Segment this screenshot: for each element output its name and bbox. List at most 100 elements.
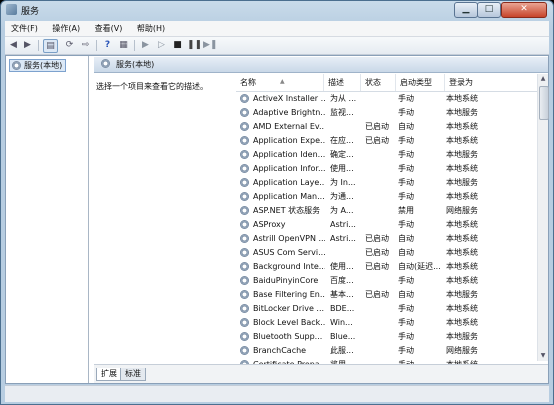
properties-icon[interactable]: ▦ [117, 39, 130, 51]
service-name: Application Infor... [253, 164, 325, 173]
minimize-button[interactable]: ▁ [454, 2, 478, 18]
service-name-cell: Application Laye... [240, 176, 325, 190]
panel-title: 服务(本地) [116, 60, 155, 69]
table-row[interactable]: BranchCache 此服... 手动 网络服务 [236, 344, 541, 358]
service-logon-as: 本地服务 [446, 290, 478, 299]
service-logon-as: 本地系统 [446, 262, 478, 271]
window-title: 服务 [21, 7, 40, 17]
toolbar-separator [96, 40, 97, 51]
column-header-description[interactable]: 描述 [324, 74, 361, 91]
restart-service-icon[interactable]: ▶❚ [203, 39, 217, 51]
service-gear-icon [240, 206, 249, 215]
services-window: 服务 ▁ □ ✕ 文件(F) 操作(A) 查看(V) 帮助(H) ◀ ▶ ▤ ⟳… [0, 0, 554, 405]
service-gear-icon [240, 164, 249, 173]
scroll-down-arrow-icon[interactable]: ▼ [538, 351, 548, 361]
start-service-icon[interactable]: ▶ [139, 39, 152, 51]
service-gear-icon [240, 304, 249, 313]
table-row[interactable]: ASP.NET 状态服务为 A... 禁用 网络服务 [236, 204, 541, 218]
forward-arrow-icon[interactable]: ▶ [21, 39, 34, 51]
tab-standard[interactable]: 标准 [120, 368, 146, 381]
stop-service-icon[interactable]: ■ [171, 39, 184, 51]
service-logon-as: 本地系统 [446, 164, 478, 173]
column-header-startup-type[interactable]: 启动类型 [396, 74, 445, 91]
maximize-button[interactable]: □ [477, 2, 501, 18]
table-row[interactable]: BaiduPinyinCore 百度... 手动 本地系统 [236, 274, 541, 288]
table-row[interactable]: BitLocker Drive ... BDE... 手动 本地系统 [236, 302, 541, 316]
service-description: BDE... [330, 304, 355, 313]
service-startup-type: 自动 [398, 248, 414, 257]
table-row[interactable]: ActiveX Installer ... 为从 ... 手动 本地系统 [236, 92, 541, 106]
service-name-cell: AMD External Ev... [240, 120, 325, 134]
service-description: 使用... [330, 164, 354, 173]
table-row[interactable]: Adaptive Brightn... 监视... 手动 本地服务 [236, 106, 541, 120]
table-row[interactable]: Application Man... 为通... 手动 本地系统 [236, 190, 541, 204]
title-bar[interactable]: 服务 ▁ □ ✕ [1, 1, 553, 19]
service-gear-icon [240, 332, 249, 341]
column-header-logon-as[interactable]: 登录为 [445, 74, 541, 91]
service-name: ActiveX Installer ... [253, 94, 325, 103]
table-row[interactable]: Application Laye... 为 In... 手动 本地服务 [236, 176, 541, 190]
service-startup-type: 手动 [398, 136, 414, 145]
pause-service-icon[interactable]: ❚❚ [187, 39, 202, 51]
vertical-scrollbar[interactable]: ▲ ▼ [537, 74, 549, 361]
service-gear-icon [240, 220, 249, 229]
service-description: 为从 ... [330, 94, 357, 103]
services-list: 名称 ▲ 描述 状态 启动类型 登录为 ActiveX Installer ..… [236, 74, 541, 371]
service-name-cell: BranchCache [240, 344, 325, 358]
table-row[interactable]: Astrill OpenVPN ... Astri... 已启动 自动 本地系统 [236, 232, 541, 246]
service-description [330, 120, 362, 134]
service-gear-icon [240, 346, 249, 355]
scroll-up-arrow-icon[interactable]: ▲ [538, 74, 548, 84]
refresh-icon[interactable]: ⟳ [63, 39, 76, 51]
tab-extended[interactable]: 扩展 [96, 368, 122, 381]
service-name-cell: Base Filtering En... [240, 288, 325, 302]
table-row[interactable]: Block Level Back... Win... 手动 本地系统 [236, 316, 541, 330]
service-logon-as: 本地系统 [446, 304, 478, 313]
start-service-alt-icon[interactable]: ▷ [155, 39, 168, 51]
back-arrow-icon[interactable]: ◀ [7, 39, 20, 51]
service-name: ASUS Com Servi... [253, 248, 325, 257]
table-row[interactable]: Background Inte... 使用... 已启动 自动(延迟... 本地系统 [236, 260, 541, 274]
service-description: 监视... [330, 108, 354, 117]
menu-view[interactable]: 查看(V) [89, 21, 129, 34]
show-console-tree-icon[interactable]: ▤ [43, 39, 58, 53]
table-row[interactable]: AMD External Ev... 已启动 自动 本地系统 [236, 120, 541, 134]
scroll-thumb[interactable] [539, 86, 549, 120]
tree-node-services-local[interactable]: 服务(本地) [9, 59, 67, 72]
column-header-status[interactable]: 状态 [361, 74, 396, 91]
close-button[interactable]: ✕ [501, 2, 547, 18]
table-row[interactable]: Application Iden... 确定... 手动 本地服务 [236, 148, 541, 162]
menu-file[interactable]: 文件(F) [5, 21, 44, 34]
service-name: ASP.NET 状态服务 [253, 206, 321, 215]
service-name-cell: Application Infor... [240, 162, 325, 176]
service-name: BaiduPinyinCore [253, 276, 319, 285]
service-name: ASProxy [253, 220, 286, 229]
service-description: Astri... [330, 220, 356, 229]
service-gear-icon [240, 122, 249, 131]
table-row[interactable]: Base Filtering En... 基本... 已启动 自动 本地服务 [236, 288, 541, 302]
service-status [365, 274, 397, 288]
menu-action[interactable]: 操作(A) [46, 21, 86, 34]
service-startup-type: 手动 [398, 150, 414, 159]
export-list-icon[interactable]: ⇨ [79, 39, 92, 51]
table-row[interactable]: Application Infor... 使用... 手动 本地系统 [236, 162, 541, 176]
service-startup-type: 手动 [398, 108, 414, 117]
service-logon-as: 网络服务 [446, 346, 478, 355]
menu-help[interactable]: 帮助(H) [131, 21, 171, 34]
help-icon[interactable]: ? [101, 39, 114, 51]
service-logon-as: 本地系统 [446, 276, 478, 285]
table-row[interactable]: Bluetooth Supp... Blue... 手动 本地服务 [236, 330, 541, 344]
service-name-cell: ASUS Com Servi... [240, 246, 325, 260]
column-header-name[interactable]: 名称 ▲ [236, 74, 324, 91]
status-bar [5, 385, 549, 402]
table-row[interactable]: ASUS Com Servi... 已启动 自动 本地系统 [236, 246, 541, 260]
service-startup-type: 自动(延迟... [398, 262, 441, 271]
table-row[interactable]: Application Expe... 在应... 已启动 手动 本地系统 [236, 134, 541, 148]
table-row[interactable]: ASProxy Astri... 手动 本地系统 [236, 218, 541, 232]
service-startup-type: 手动 [398, 304, 414, 313]
service-name: Application Man... [253, 192, 325, 201]
service-name: Base Filtering En... [253, 290, 325, 299]
service-name-cell: Background Inte... [240, 260, 325, 274]
service-gear-icon [240, 248, 249, 257]
service-name: Application Iden... [253, 150, 325, 159]
